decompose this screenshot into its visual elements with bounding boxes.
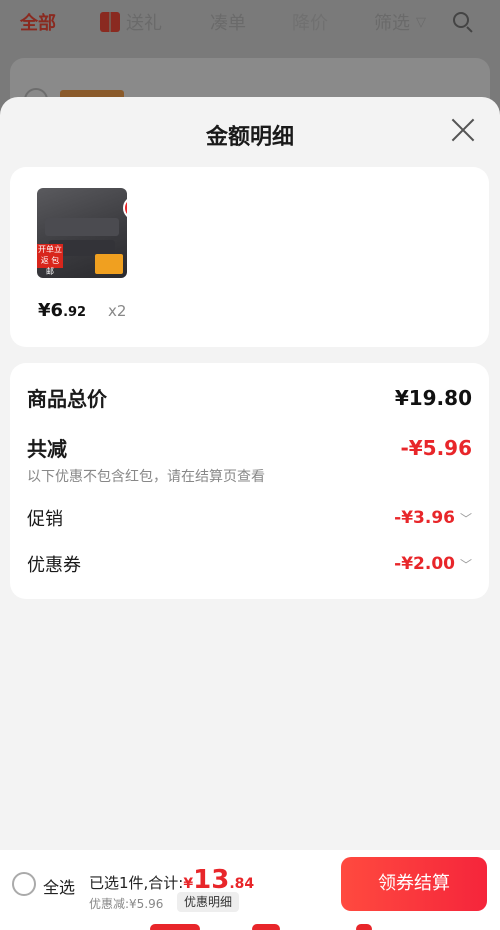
checkout-button[interactable]: 领券结算 xyxy=(341,857,487,911)
product-price: ¥6.92 xyxy=(38,300,86,321)
total-dec: .84 xyxy=(229,876,255,892)
promo-value-wrap: -¥3.96 ﹀ xyxy=(394,508,472,528)
select-all-checkbox[interactable] xyxy=(12,872,36,896)
selected-text: 已选1件,合计: xyxy=(89,874,184,892)
coupon-value-wrap: -¥2.00 ﹀ xyxy=(394,554,472,574)
product-price-int: ¥6 xyxy=(38,300,64,321)
total-symbol: ¥ xyxy=(183,876,194,892)
promo-row[interactable]: 促销 -¥3.96 ﹀ xyxy=(27,505,472,531)
sheet-title: 金额明细 xyxy=(205,125,294,150)
chevron-down-icon: ﹀ xyxy=(459,557,472,572)
tab-gift-label: 送礼 xyxy=(126,13,162,34)
checkout-bar: 全选 已选1件,合计: ¥ 13 .84 优惠减:¥5.96 优惠明细 领券结算 xyxy=(0,850,500,918)
discount-text: 优惠减:¥5.96 xyxy=(89,897,164,911)
nav-badge-dot xyxy=(356,924,372,930)
reduce-value: -¥5.96 xyxy=(400,435,472,460)
promo-value: -¥3.96 xyxy=(394,508,455,528)
total-label: 商品总价 xyxy=(27,387,107,411)
close-icon[interactable] xyxy=(450,117,476,143)
coupon-label: 优惠券 xyxy=(27,555,81,576)
thumb-badge xyxy=(95,254,123,274)
total-value: ¥19.80 xyxy=(394,385,472,410)
price-detail-card: 商品总价 ¥19.80 共减 -¥5.96 以下优惠不包含红包，请在结算页查看 … xyxy=(10,363,489,599)
chevron-down-icon: ﹀ xyxy=(459,511,472,526)
tab-price-drop[interactable]: 降价 xyxy=(292,9,374,35)
product-price-dec: .92 xyxy=(63,305,87,320)
product-quantity: x2 xyxy=(108,302,127,320)
total-row: 商品总价 ¥19.80 xyxy=(27,383,472,412)
tab-order[interactable]: 凑单 xyxy=(210,9,292,35)
discount-note: 以下优惠不包含红包，请在结算页查看 xyxy=(27,469,265,485)
goods-card: 开单立返 包邮 ¥6.92 x2 xyxy=(10,167,489,347)
select-all-label[interactable]: 全选 xyxy=(43,874,75,898)
gift-icon xyxy=(100,12,120,32)
nav-badge-count xyxy=(252,924,280,930)
tab-filter-label: 筛选 xyxy=(374,13,410,34)
tab-gift[interactable]: 送礼 xyxy=(100,9,210,35)
coupon-value: -¥2.00 xyxy=(394,554,455,574)
product-thumbnail[interactable]: 开单立返 包邮 xyxy=(37,188,127,278)
tab-all[interactable]: 全部 xyxy=(20,9,100,35)
total-int: 13 xyxy=(193,865,230,895)
amount-detail-sheet: 金额明细 开单立返 包邮 ¥6.92 x2 商品总价 ¥19.80 共减 -¥5… xyxy=(0,97,500,930)
filter-icon: ▽ xyxy=(416,14,426,30)
tab-filter[interactable]: 筛选 ▽ xyxy=(374,9,444,35)
reduce-row: 共减 -¥5.96 xyxy=(27,433,472,462)
selected-summary: 已选1件,合计: ¥ 13 .84 xyxy=(89,865,255,895)
filter-tabs: 全部 送礼 凑单 降价 筛选 ▽ xyxy=(0,0,500,44)
thumb-ribbon: 开单立返 包邮 xyxy=(37,244,63,276)
checked-icon xyxy=(123,196,127,220)
bottom-nav-peek xyxy=(0,918,500,930)
search-icon[interactable] xyxy=(452,11,474,33)
nav-badge xyxy=(150,924,200,930)
reduce-label: 共减 xyxy=(27,437,67,461)
coupon-row[interactable]: 优惠券 -¥2.00 ﹀ xyxy=(27,551,472,577)
discount-detail-button[interactable]: 优惠明细 xyxy=(177,892,240,912)
promo-label: 促销 xyxy=(27,509,63,530)
